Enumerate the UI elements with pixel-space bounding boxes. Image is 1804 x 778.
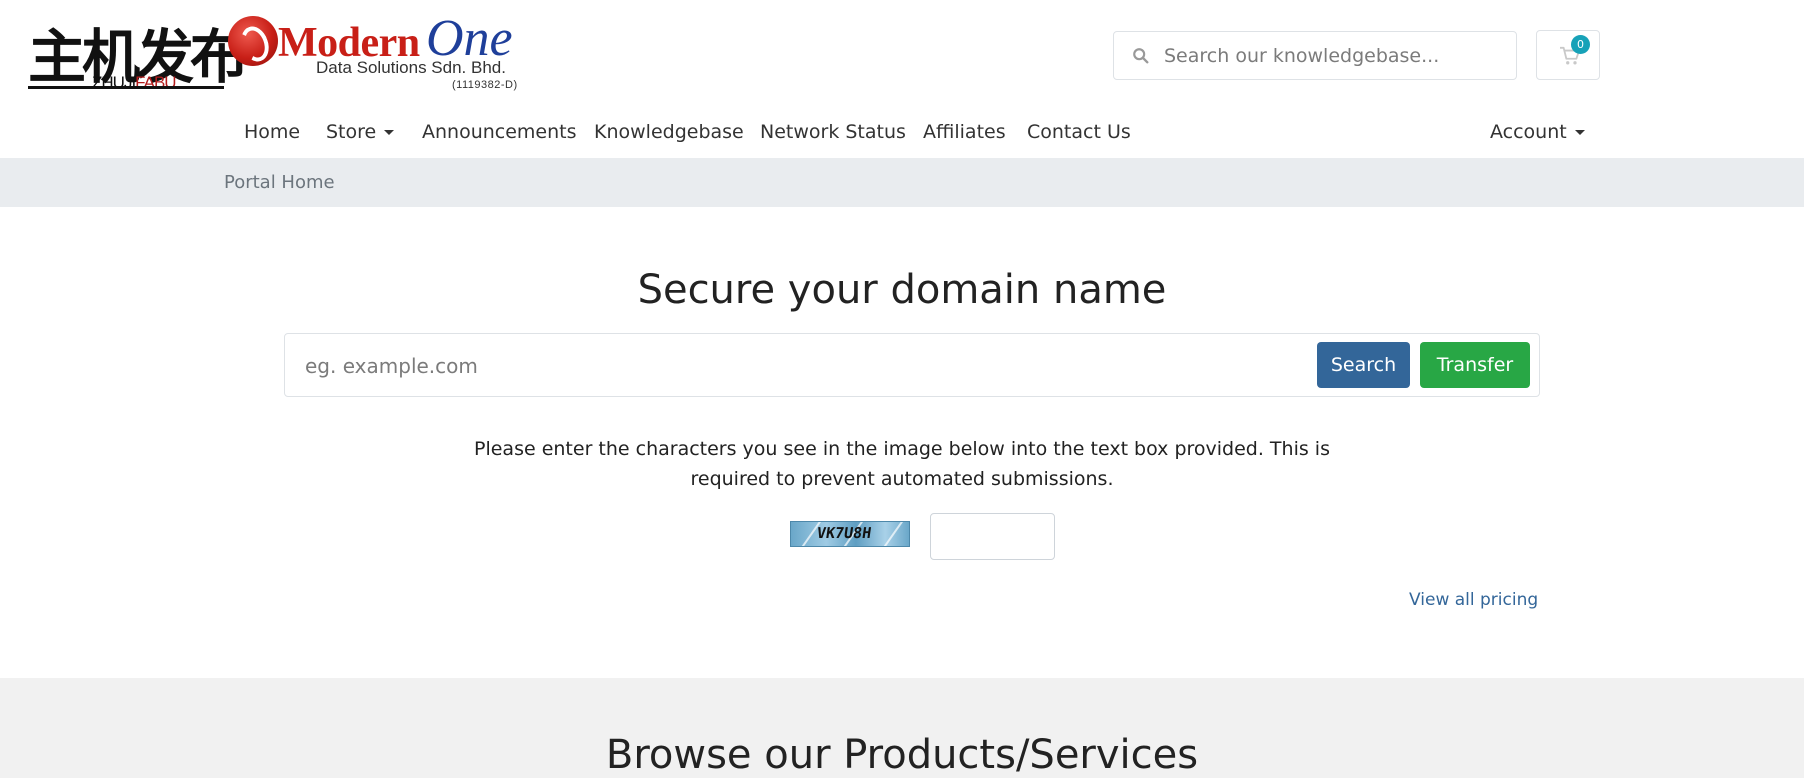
domain-search-box: Search Transfer xyxy=(284,333,1540,397)
nav-store[interactable]: Store xyxy=(326,120,395,144)
domain-transfer-button[interactable]: Transfer xyxy=(1420,342,1530,388)
cart-count-badge: 0 xyxy=(1571,35,1590,54)
logo-pinyin: ZHUJIFABU xyxy=(92,73,177,92)
captcha-instructions: Please enter the characters you see in t… xyxy=(0,434,1804,494)
nav-affiliates[interactable]: Affiliates xyxy=(923,120,1006,144)
nav-account[interactable]: Account xyxy=(1490,120,1585,144)
search-icon[interactable] xyxy=(1132,47,1150,65)
domain-input[interactable] xyxy=(305,346,1305,386)
breadcrumb-portal-home[interactable]: Portal Home xyxy=(224,171,335,195)
logo-subtitle: Data Solutions Sdn. Bhd. xyxy=(316,58,506,77)
knowledgebase-search xyxy=(1113,31,1517,80)
logo-underline xyxy=(28,86,224,89)
captcha-instructions-line1: Please enter the characters you see in t… xyxy=(474,438,1330,460)
captcha-noise-line xyxy=(880,522,904,546)
captcha-input[interactable] xyxy=(930,513,1055,560)
browse-title: Browse our Products/Services xyxy=(605,732,1199,778)
site-header: 主机发布 ZHUJIFABU Modern One Data Solutions… xyxy=(0,0,1804,106)
browse-section: Browse our Products/Services xyxy=(0,678,1804,778)
company-logo[interactable]: 主机发布 ZHUJIFABU Modern One Data Solutions… xyxy=(28,12,528,96)
logo-registration: (1119382-D) xyxy=(452,79,518,91)
chevron-down-icon xyxy=(1574,130,1585,135)
logo-pinyin-a: ZHUJI xyxy=(92,73,136,92)
main-nav: Home Store Announcements Knowledgebase N… xyxy=(0,112,1804,154)
captcha-code: VK7U8H xyxy=(815,524,873,542)
nav-account-label: Account xyxy=(1490,121,1567,143)
nav-contact-us[interactable]: Contact Us xyxy=(1027,120,1131,144)
breadcrumb: Portal Home xyxy=(0,158,1804,207)
knowledgebase-search-input[interactable] xyxy=(1164,38,1504,74)
nav-network-status[interactable]: Network Status xyxy=(760,120,906,144)
logo-mark-icon xyxy=(228,16,278,66)
chevron-down-icon xyxy=(384,130,395,135)
view-all-pricing-link[interactable]: View all pricing xyxy=(1409,588,1538,612)
logo-pinyin-b: FABU xyxy=(135,73,176,92)
nav-announcements[interactable]: Announcements xyxy=(422,120,577,144)
cart-button[interactable]: 0 xyxy=(1536,30,1600,80)
nav-store-label: Store xyxy=(326,121,377,143)
captcha-image: VK7U8H xyxy=(790,521,910,547)
captcha-instructions-line2: required to prevent automated submission… xyxy=(690,468,1114,490)
nav-knowledgebase[interactable]: Knowledgebase xyxy=(594,120,744,144)
nav-home[interactable]: Home xyxy=(244,120,300,144)
domain-search-button[interactable]: Search xyxy=(1317,342,1410,388)
domain-title: Secure your domain name xyxy=(637,267,1167,313)
